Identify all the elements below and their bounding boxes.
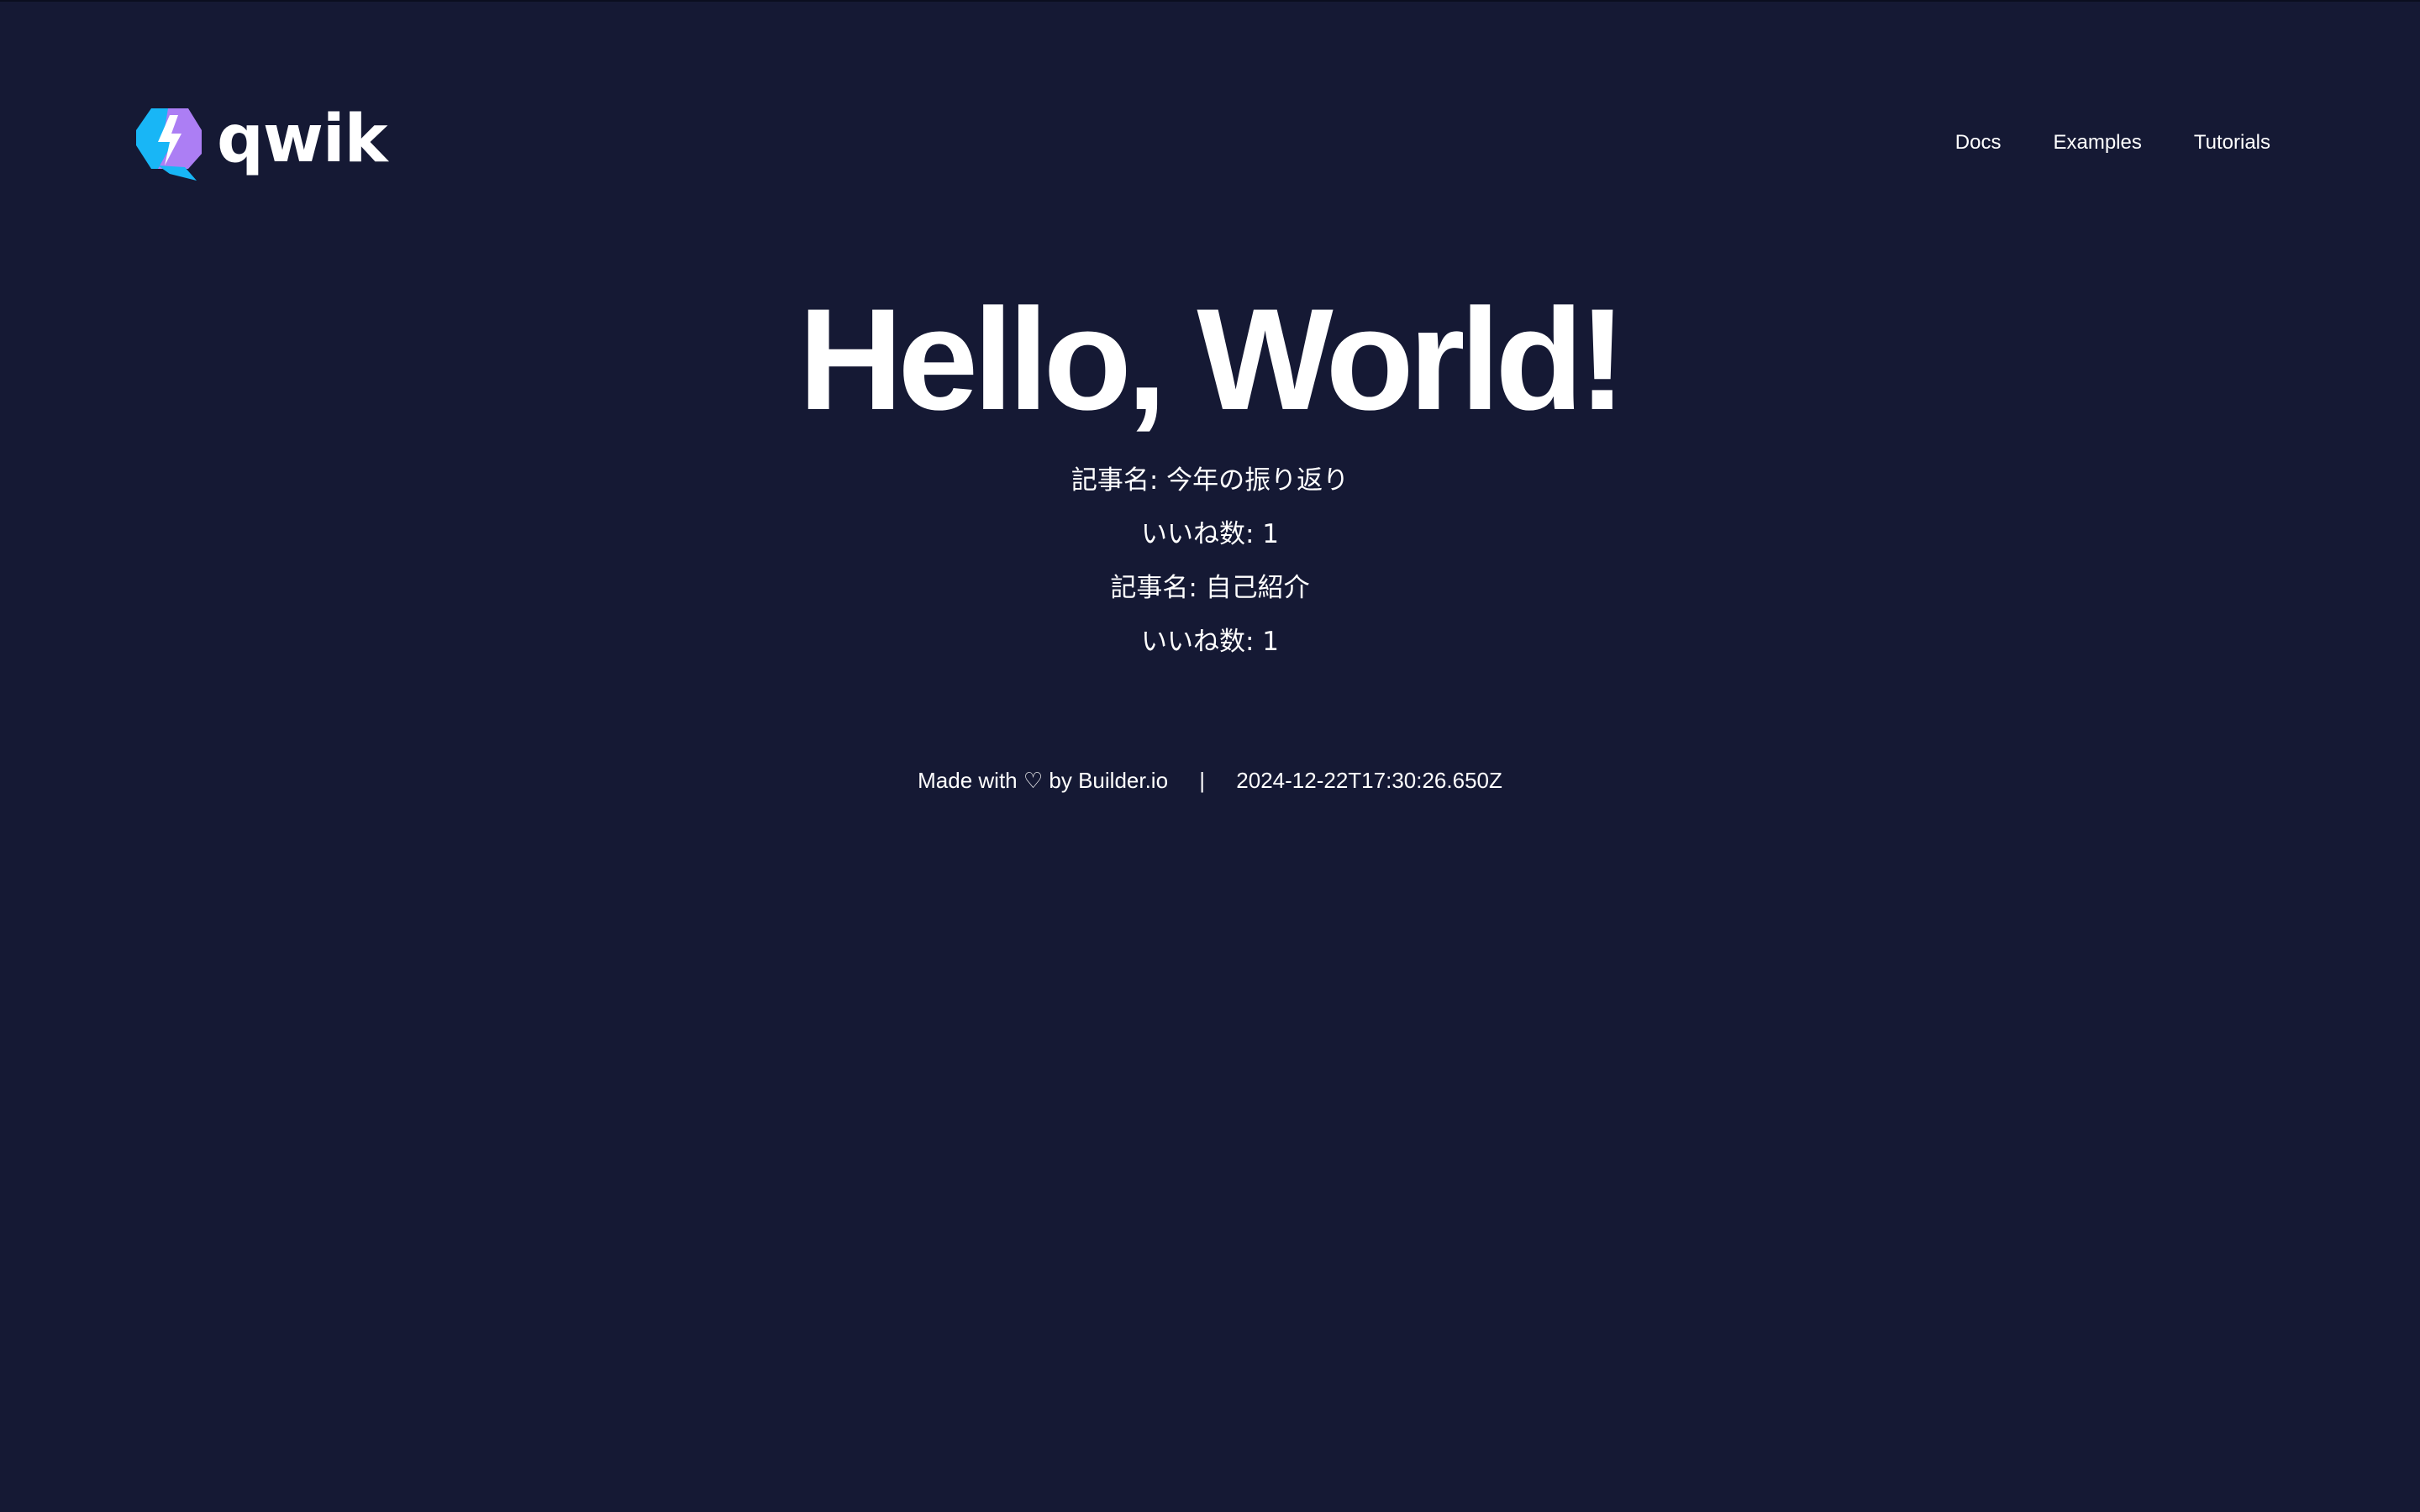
builder-credit-text: by Builder.io	[1049, 768, 1169, 793]
main-content: Hello, World! 記事名: 今年の振り返り いいね数: 1 記事名: …	[0, 287, 2420, 669]
page-title: Hello, World!	[798, 279, 1626, 440]
footer-timestamp: 2024-12-22T17:30:26.650Z	[1236, 768, 1502, 793]
builder-io-link[interactable]: Made with ♡ by Builder.io	[918, 768, 1174, 793]
qwik-logo-icon	[136, 108, 202, 181]
article-title: 記事名: 自己紹介	[1110, 573, 1310, 603]
page: qwik Docs Examples Tutorials Hello, Worl…	[0, 0, 2420, 1512]
site-header: qwik Docs Examples Tutorials	[133, 101, 2287, 185]
made-with-text: Made with	[918, 768, 1018, 793]
home-logo-link[interactable]: qwik	[133, 102, 388, 181]
heart-icon: ♡	[1023, 768, 1044, 793]
footer-separator: |	[1199, 768, 1206, 793]
article-likes: いいね数: 1	[1140, 519, 1280, 549]
nav-docs-link[interactable]: Docs	[1955, 131, 2002, 155]
article-likes: いいね数: 1	[1140, 627, 1280, 657]
site-footer: Made with ♡ by Builder.io | 2024-12-22T1…	[0, 768, 2420, 794]
article-list: 記事名: 今年の振り返り いいね数: 1 記事名: 自己紹介 いいね数: 1	[0, 454, 2420, 669]
top-nav: Docs Examples Tutorials	[1955, 131, 2270, 155]
nav-examples-link[interactable]: Examples	[2053, 131, 2141, 155]
logo-wordmark: qwik	[217, 102, 388, 177]
article-title: 記事名: 今年の振り返り	[1071, 465, 1349, 496]
nav-tutorials-link[interactable]: Tutorials	[2194, 131, 2270, 155]
